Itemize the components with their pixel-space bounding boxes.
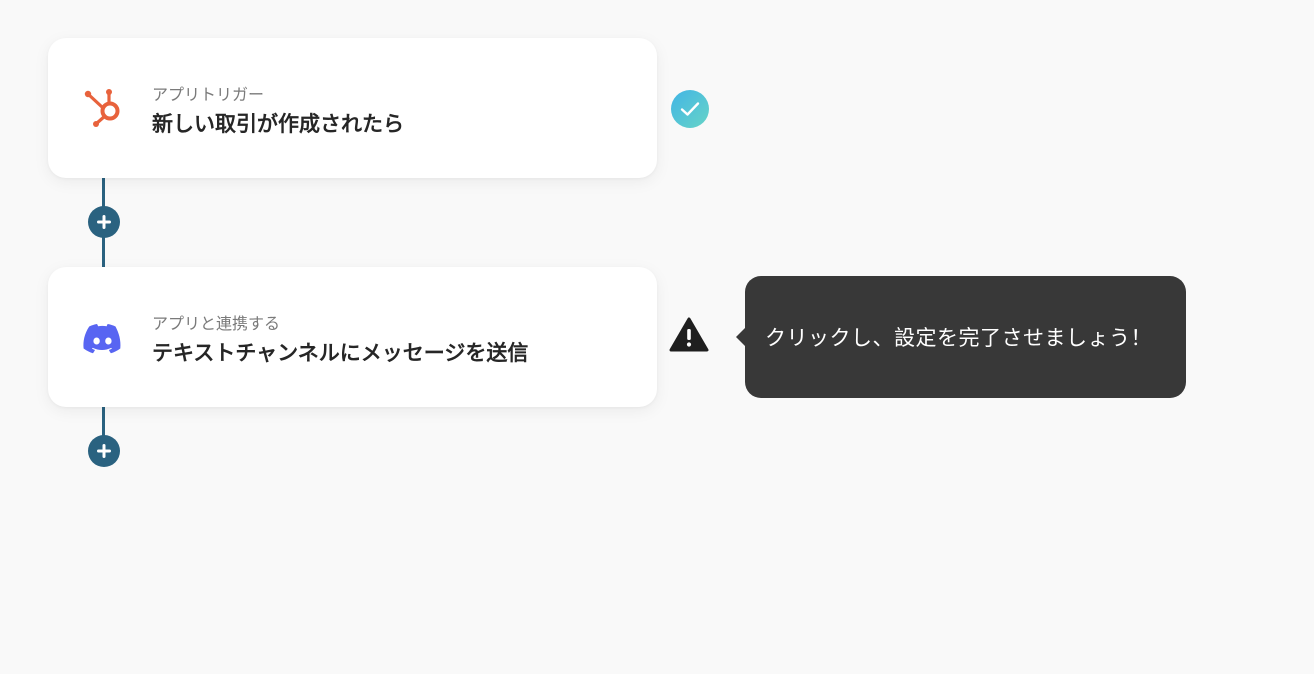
warning-icon [668,316,710,354]
plus-icon [97,215,111,229]
step-title: テキストチャンネルにメッセージを送信 [152,341,529,365]
trigger-step-card[interactable]: アプリトリガー 新しい取引が作成されたら [48,38,657,178]
tooltip-text: クリックし、設定を完了させましょう！ [765,326,1152,350]
add-step-button[interactable] [88,206,120,238]
step-type-label: アプリトリガー [152,85,265,104]
hubspot-icon [82,88,124,128]
action-step-card[interactable]: アプリと連携する テキストチャンネルにメッセージを送信 [48,267,657,407]
plus-icon [97,444,111,458]
step-complete-badge [671,90,709,128]
setup-tooltip: クリックし、設定を完了させましょう！ [736,276,1186,398]
connector-line [102,406,105,438]
step-title: 新しい取引が作成されたら [152,112,404,136]
discord-icon [82,317,124,357]
check-icon [680,102,700,116]
add-step-button[interactable] [88,435,120,467]
step-type-label: アプリと連携する [152,314,281,333]
